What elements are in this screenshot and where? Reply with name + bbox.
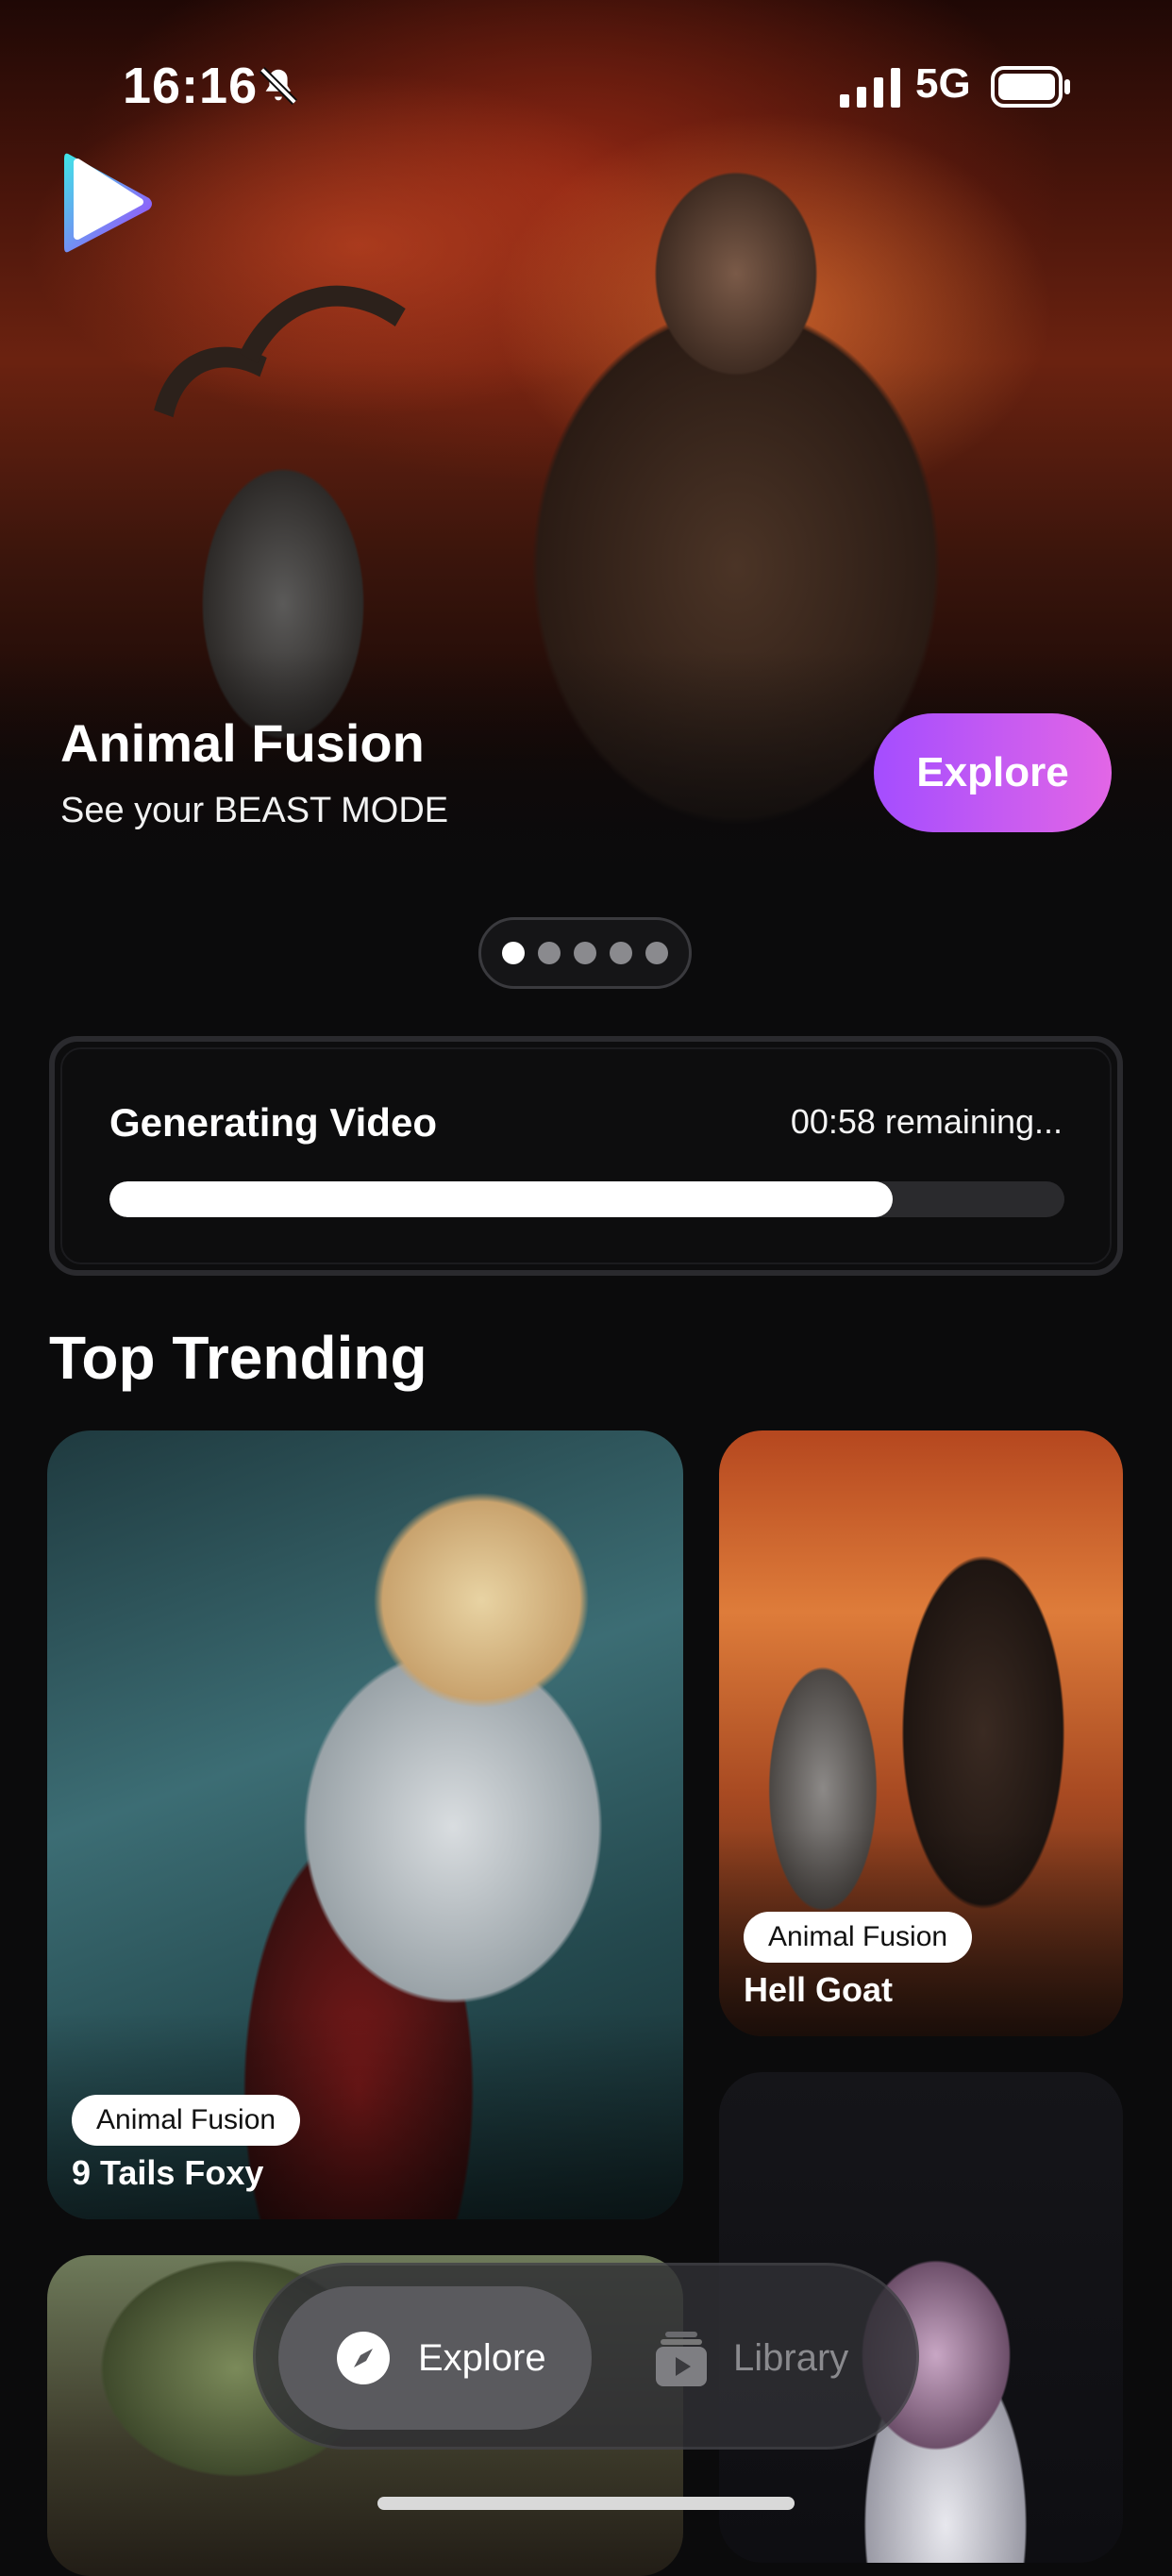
tab-library-label: Library (733, 2336, 849, 2379)
trending-card-hell-goat[interactable]: Animal Fusion Hell Goat (719, 1430, 1123, 2036)
hero-pager[interactable] (478, 917, 692, 989)
app-logo-play-icon[interactable] (57, 142, 160, 264)
generating-progress-bar (109, 1181, 1064, 1217)
status-time: 16:16 (123, 58, 259, 114)
generating-progress-fill (109, 1181, 893, 1217)
tab-library[interactable]: Library (628, 2286, 892, 2430)
tab-explore-label: Explore (418, 2336, 546, 2379)
card-tag: Animal Fusion (744, 1912, 973, 1963)
pager-dot[interactable] (645, 942, 668, 964)
pager-dot[interactable] (610, 942, 632, 964)
generating-remaining: 00:58 remaining... (790, 1102, 1063, 1141)
hero-subtitle: See your BEAST MODE (60, 791, 449, 830)
card-title: Hell Goat (744, 1970, 894, 2009)
pager-dot[interactable] (574, 942, 596, 964)
card-tag: Animal Fusion (72, 2095, 301, 2146)
hero-explore-button[interactable]: Explore (874, 713, 1112, 832)
bell-slash-icon (260, 67, 297, 105)
top-trending-title: Top Trending (49, 1324, 427, 1392)
status-bar: 16:16 5G (0, 0, 1172, 175)
generating-video-card[interactable]: Generating Video 00:58 remaining... (49, 1036, 1123, 1276)
generating-title: Generating Video (109, 1100, 437, 1145)
hero-title: Animal Fusion (60, 713, 425, 773)
pager-dot[interactable] (538, 942, 561, 964)
card-title: 9 Tails Foxy (72, 2153, 264, 2192)
cellular-signal-icon (840, 68, 900, 108)
trending-card-9-tails-foxy[interactable]: Animal Fusion 9 Tails Foxy (47, 1430, 683, 2219)
network-type: 5G (915, 60, 971, 107)
library-stack-icon (656, 2332, 707, 2386)
compass-icon (337, 2332, 390, 2384)
bottom-tab-bar: Explore Library (253, 2263, 919, 2450)
home-indicator[interactable] (377, 2497, 795, 2510)
pager-dot-active[interactable] (502, 942, 525, 964)
battery-icon (991, 66, 1070, 108)
tab-explore[interactable]: Explore (278, 2286, 592, 2430)
